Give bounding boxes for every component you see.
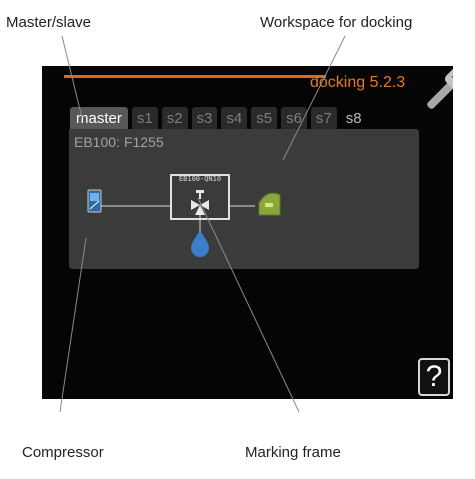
menu-title: docking 5.2.3 [310,74,406,91]
tab-s1[interactable]: s1 [131,107,158,129]
unit-tabs: master s1 s2 s3 s4 s5 s6 s7 s8 [70,107,367,129]
tab-master[interactable]: master [70,107,128,129]
tab-s5[interactable]: s5 [251,107,278,129]
callout-workspace-for-docking: Workspace for docking [260,14,413,31]
wrench-icon [427,67,453,109]
compressor-icon[interactable] [87,189,102,213]
tab-s3[interactable]: s3 [191,107,218,129]
help-button[interactable]: ? [418,358,450,396]
valve-icon[interactable] [191,190,209,215]
tab-s2[interactable]: s2 [161,107,188,129]
water-drop-icon[interactable] [191,231,209,257]
callout-marking-frame: Marking frame [245,444,341,461]
tab-s6[interactable]: s6 [281,107,307,129]
callout-master-slave: Master/slave [6,14,92,31]
callout-compressor: Compressor [22,444,104,461]
valve-label: EB100-QN10 [178,175,222,183]
tab-s8[interactable]: s8 [341,107,367,129]
docking-diagram [87,174,281,257]
tab-s4[interactable]: s4 [221,107,248,129]
pool-icon[interactable] [258,192,281,216]
docking-workspace: EB100: F1255 EB100-QN10 [69,129,419,269]
tab-s7[interactable]: s7 [310,107,337,129]
help-icon: ? [425,360,443,393]
device-screen: docking 5.2.3 master s1 s2 s3 s4 s5 s6 s… [42,66,453,399]
title-underline [64,75,326,78]
